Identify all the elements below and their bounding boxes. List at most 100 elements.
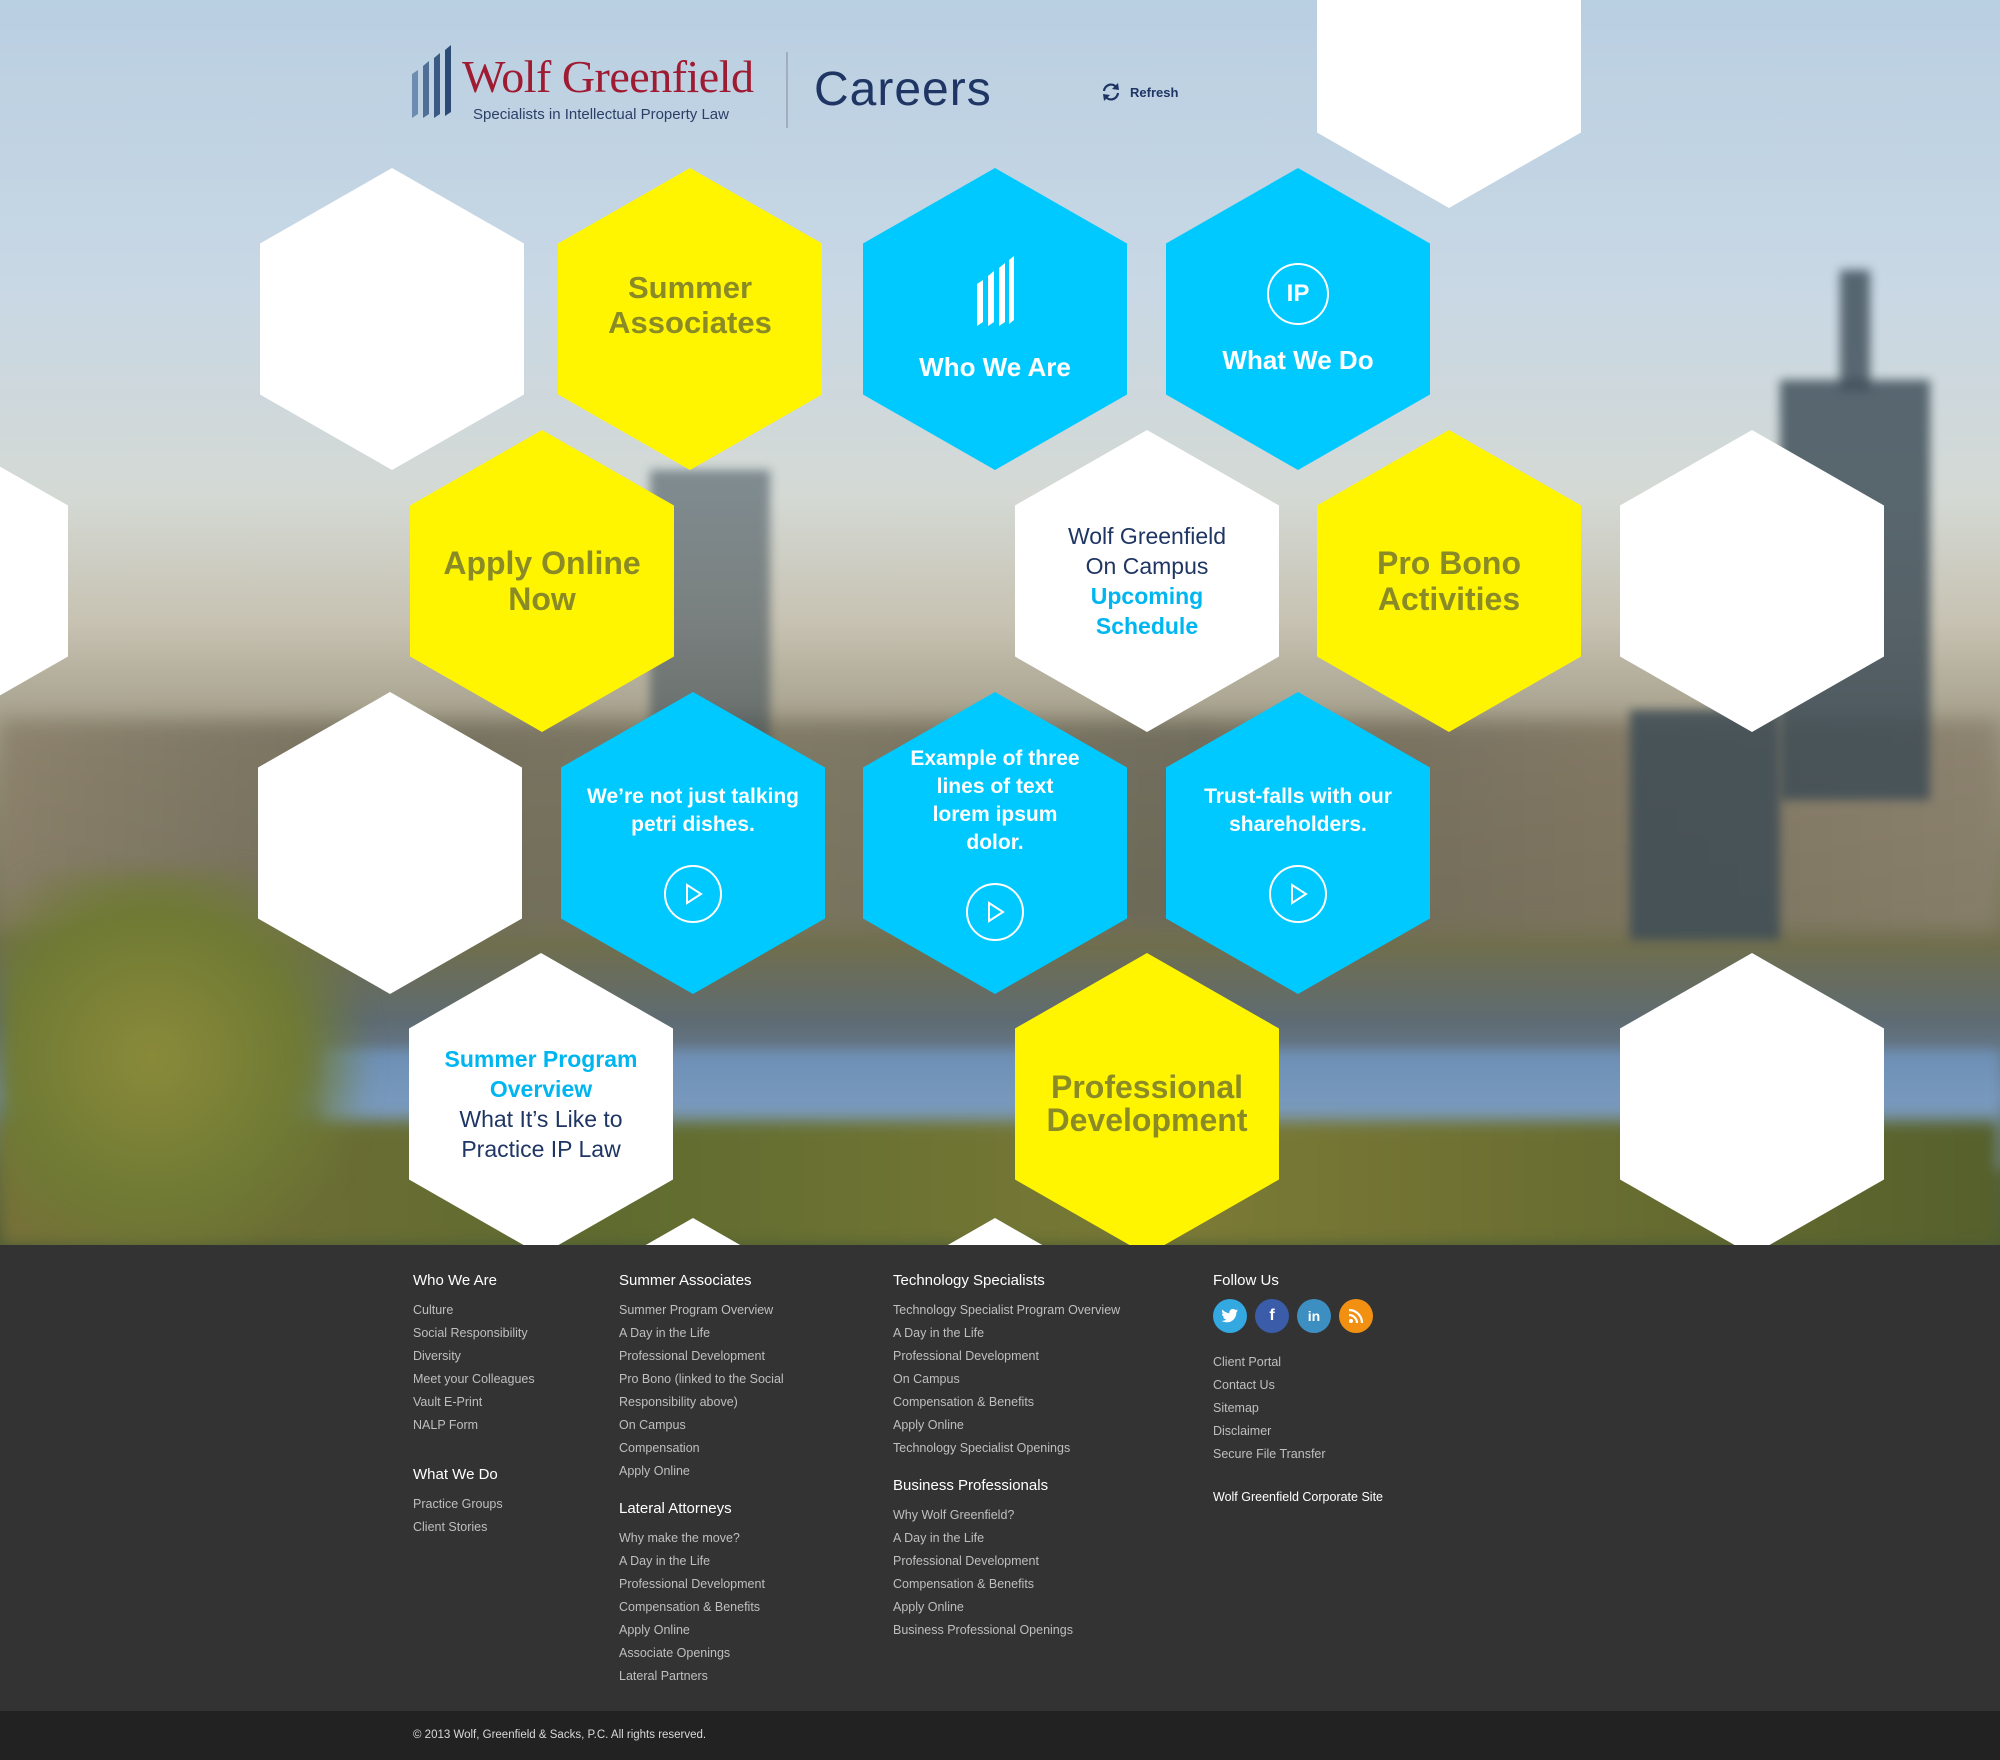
- footer-link[interactable]: Responsibility above): [619, 1391, 784, 1414]
- tile-professional-development[interactable]: Professional Development: [1015, 953, 1279, 1245]
- tile-who-we-are[interactable]: Who We Are: [863, 168, 1127, 470]
- footer-link[interactable]: Compensation & Benefits: [893, 1391, 1120, 1414]
- logo-wordmark: Wolf Greenfield: [462, 51, 754, 102]
- footer-link[interactable]: Social Responsibility: [413, 1322, 535, 1345]
- header-divider: [786, 52, 788, 128]
- footer-link[interactable]: Associate Openings: [619, 1642, 784, 1665]
- footer-link[interactable]: Why Wolf Greenfield?: [893, 1504, 1120, 1527]
- tile-label: Summer Associates: [608, 270, 772, 340]
- footer-link[interactable]: NALP Form: [413, 1414, 535, 1437]
- twitter-button[interactable]: [1213, 1299, 1247, 1333]
- video-caption: We’re not just talking petri dishes.: [587, 785, 799, 836]
- tile-text: What It’s Like to Practice IP Law: [459, 1106, 623, 1162]
- footer-heading[interactable]: Lateral Attorneys: [619, 1499, 784, 1519]
- facebook-icon: f: [1269, 1307, 1275, 1324]
- decorative-hex: [1317, 0, 1581, 208]
- social-links: f in: [1213, 1299, 1383, 1333]
- refresh-label: Refresh: [1130, 84, 1179, 100]
- footer-link[interactable]: Apply Online: [893, 1596, 1120, 1619]
- tile-summer-program[interactable]: Summer Program Overview What It’s Like t…: [409, 953, 673, 1245]
- footer-link[interactable]: Diversity: [413, 1345, 535, 1368]
- upcoming-schedule-link[interactable]: Upcoming Schedule: [1039, 581, 1255, 641]
- footer-link[interactable]: A Day in the Life: [619, 1322, 784, 1345]
- tile-label: What We Do: [1222, 345, 1374, 375]
- site-footer: Who We Are Culture Social Responsibility…: [0, 1245, 2000, 1711]
- footer-link[interactable]: Professional Development: [619, 1345, 784, 1368]
- footer-link[interactable]: A Day in the Life: [893, 1322, 1120, 1345]
- footer-link[interactable]: Pro Bono (linked to the Social: [619, 1368, 784, 1391]
- background-tower-spire: [1840, 270, 1870, 390]
- company-logo[interactable]: Wolf Greenfield Specialists in Intellect…: [410, 44, 760, 134]
- footer-heading[interactable]: Who We Are: [413, 1271, 535, 1291]
- tile-label: Pro Bono Activities: [1377, 545, 1521, 617]
- facebook-button[interactable]: f: [1255, 1299, 1289, 1333]
- refresh-icon: [1102, 83, 1120, 101]
- footer-heading[interactable]: Technology Specialists: [893, 1271, 1120, 1291]
- linkedin-icon: in: [1307, 1308, 1321, 1324]
- footer-link[interactable]: Vault E-Print: [413, 1391, 535, 1414]
- tile-on-campus[interactable]: Wolf Greenfield On Campus Upcoming Sched…: [1015, 430, 1279, 732]
- bars-logo-icon: [412, 45, 451, 118]
- tile-apply-online[interactable]: Apply Online Now: [410, 430, 674, 732]
- footer-link[interactable]: Business Professional Openings: [893, 1619, 1120, 1642]
- logo-tagline: Specialists in Intellectual Property Law: [473, 106, 729, 123]
- footer-link[interactable]: Practice Groups: [413, 1493, 535, 1516]
- play-button[interactable]: [1269, 865, 1327, 923]
- tile-label: Who We Are: [919, 352, 1071, 382]
- footer-link[interactable]: Secure File Transfer: [1213, 1443, 1383, 1466]
- summer-program-overview-link[interactable]: Summer Program Overview: [433, 1044, 649, 1104]
- footer-link[interactable]: Meet your Colleagues: [413, 1368, 535, 1391]
- play-icon: [686, 883, 703, 905]
- footer-link[interactable]: Sitemap: [1213, 1397, 1383, 1420]
- footer-link[interactable]: On Campus: [619, 1414, 784, 1437]
- play-button[interactable]: [664, 865, 722, 923]
- footer-link[interactable]: Summer Program Overview: [619, 1299, 784, 1322]
- video-caption: Example of three lines of text lorem ips…: [910, 747, 1080, 854]
- footer-heading[interactable]: What We Do: [413, 1465, 535, 1485]
- footer-link[interactable]: Compensation & Benefits: [893, 1573, 1120, 1596]
- footer-link[interactable]: Apply Online: [893, 1414, 1120, 1437]
- footer-link[interactable]: Client Portal: [1213, 1351, 1383, 1374]
- tile-text: On Campus: [1085, 553, 1209, 579]
- footer-link[interactable]: Apply Online: [619, 1460, 784, 1483]
- ip-icon: IP: [1267, 263, 1329, 325]
- footer-link[interactable]: Apply Online: [619, 1619, 784, 1642]
- footer-heading[interactable]: Summer Associates: [619, 1271, 784, 1291]
- footer-link[interactable]: A Day in the Life: [619, 1550, 784, 1573]
- rss-icon: [1348, 1308, 1364, 1324]
- footer-link[interactable]: Technology Specialist Program Overview: [893, 1299, 1120, 1322]
- footer-link[interactable]: Professional Development: [893, 1550, 1120, 1573]
- footer-link[interactable]: On Campus: [893, 1368, 1120, 1391]
- tile-what-we-do[interactable]: IP What We Do: [1166, 168, 1430, 470]
- play-icon: [1291, 883, 1308, 905]
- play-icon: [988, 901, 1005, 923]
- footer-column-who-we-are: Who We Are Culture Social Responsibility…: [413, 1271, 535, 1539]
- footer-link[interactable]: Disclaimer: [1213, 1420, 1383, 1443]
- footer-link[interactable]: Compensation: [619, 1437, 784, 1460]
- footer-link[interactable]: Contact Us: [1213, 1374, 1383, 1397]
- footer-link[interactable]: Professional Development: [893, 1345, 1120, 1368]
- refresh-button[interactable]: Refresh: [1100, 82, 1178, 102]
- footer-link[interactable]: Client Stories: [413, 1516, 535, 1539]
- rss-button[interactable]: [1339, 1299, 1373, 1333]
- footer-link[interactable]: Lateral Partners: [619, 1665, 784, 1688]
- play-button[interactable]: [966, 883, 1024, 941]
- footer-link[interactable]: Compensation & Benefits: [619, 1596, 784, 1619]
- tile-summer-associates[interactable]: Summer Associates: [558, 168, 822, 470]
- twitter-icon: [1221, 1309, 1238, 1323]
- hero-honeycomb: Wolf Greenfield Specialists in Intellect…: [0, 0, 2000, 1245]
- tile-pro-bono[interactable]: Pro Bono Activities: [1317, 430, 1581, 732]
- decorative-hex: [260, 168, 524, 470]
- footer-link[interactable]: Culture: [413, 1299, 535, 1322]
- footer-link[interactable]: Professional Development: [619, 1573, 784, 1596]
- tile-text: Wolf Greenfield: [1067, 523, 1227, 549]
- footer-link[interactable]: Technology Specialist Openings: [893, 1437, 1120, 1460]
- corporate-site-link[interactable]: Wolf Greenfield Corporate Site: [1213, 1490, 1383, 1504]
- background-building: [1630, 710, 1780, 940]
- footer-heading[interactable]: Business Professionals: [893, 1476, 1120, 1496]
- footer-column-follow-us: Follow Us f in Client Portal Contact Us …: [1213, 1271, 1383, 1504]
- footer-link[interactable]: Why make the move?: [619, 1527, 784, 1550]
- decorative-hex: [0, 430, 68, 732]
- footer-link[interactable]: A Day in the Life: [893, 1527, 1120, 1550]
- linkedin-button[interactable]: in: [1297, 1299, 1331, 1333]
